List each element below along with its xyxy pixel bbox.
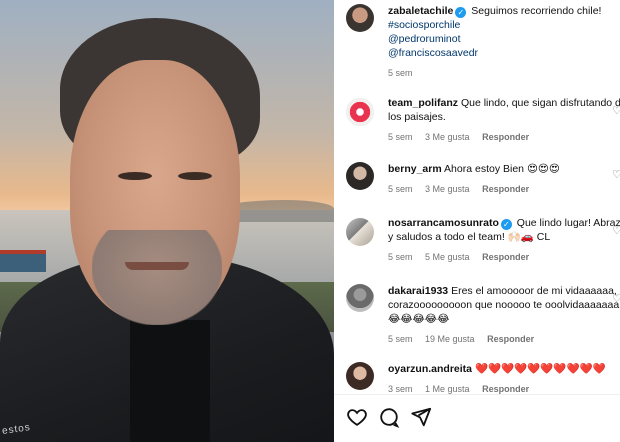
share-icon[interactable] [410,406,434,430]
comment-body: oyarzun.andreita ❤️❤️❤️❤️❤️❤️❤️❤️❤️❤️ 3 … [388,362,620,396]
comment-time: 5 sem [388,252,413,262]
comment-item: oyarzun.andreita ❤️❤️❤️❤️❤️❤️❤️❤️❤️❤️ 3 … [346,362,620,396]
caption-hashtag[interactable]: #sociosporchile [388,18,620,32]
caption-mention[interactable]: @pedroruminot [388,32,620,46]
heart-icon[interactable] [346,406,370,430]
comment-item: team_polifanz Que lindo, que sigan disfr… [346,96,620,148]
heart-icon[interactable]: ♡ [612,292,620,305]
caption-mention[interactable]: @franciscosaavedr [388,46,620,60]
action-bar [346,406,620,430]
comment-body: team_polifanz Que lindo, que sigan disfr… [388,96,620,144]
comment-likes[interactable]: 5 Me gusta [425,252,470,262]
caption: zabaletachile ✓ Seguimos recorriendo chil… [346,4,620,84]
comment-item: dakarai1933 Eres el amooooor de mi vidaa… [346,284,620,348]
comment-username[interactable]: team_polifanz [388,97,458,109]
comment-meta: 5 sem 3 Me gusta Responder [388,182,620,196]
comment-time: 5 sem [388,334,413,344]
post-media[interactable]: estos [0,0,334,442]
comment-text: Ahora estoy Bien [444,163,525,175]
comment-likes[interactable]: 3 Me gusta [425,132,470,142]
reply-button[interactable]: Responder [482,384,529,394]
comment-emoji: 🙌🏻🚗 CL [507,231,551,243]
comment-meta: 5 sem 3 Me gusta Responder [388,130,620,144]
caption-text: Seguimos recorriendo chile! [471,5,602,17]
person-beard [92,230,222,325]
reply-button[interactable]: Responder [482,184,529,194]
comment-emoji: ❤️❤️❤️❤️❤️❤️❤️❤️❤️❤️ [474,363,606,375]
avatar[interactable] [346,218,374,246]
comment-username[interactable]: nosarrancamosunrato [388,217,499,229]
comment-time: 5 sem [388,184,413,194]
verified-icon: ✓ [500,219,512,230]
person-eye-right [178,172,212,180]
heart-icon[interactable]: ♡ [612,224,620,237]
avatar[interactable] [346,162,374,190]
comment-item: nosarrancamosunrato ✓ Que lindo lugar! Ab… [346,216,620,268]
avatar[interactable] [346,362,374,390]
comment-username[interactable]: dakarai1933 [388,285,448,297]
comment-meta: 5 sem 5 Me gusta Responder [388,250,620,264]
caption-time: 5 sem [388,68,413,78]
caption-username[interactable]: zabaletachile [388,5,453,17]
comment-likes[interactable]: 3 Me gusta [425,184,470,194]
comment-likes[interactable]: 19 Me gusta [425,334,475,344]
comment-meta: 5 sem 19 Me gusta Responder [388,332,620,346]
comment-icon[interactable] [378,406,402,430]
comment-emoji: 😍😍😍 [526,163,560,175]
avatar[interactable] [346,98,374,126]
comment-item: berny_arm Ahora estoy Bien 😍😍😍 5 sem 3 M… [346,162,620,200]
person-eye-left [118,172,152,180]
comment-body: dakarai1933 Eres el amooooor de mi vidaa… [388,284,620,346]
comment-emoji: 😂😂😂😂😂 [388,313,450,325]
background-boat [0,250,46,272]
comments-panel: zabaletachile ✓ Seguimos recorriendo chil… [334,0,620,442]
comment-body: nosarrancamosunrato ✓ Que lindo lugar! Ab… [388,216,620,264]
comment-username[interactable]: oyarzun.andreita [388,363,472,375]
comment-time: 3 sem [388,384,413,394]
comment-time: 5 sem [388,132,413,142]
comment-username[interactable]: berny_arm [388,163,442,175]
divider [334,394,620,395]
heart-icon[interactable]: ♡ [612,168,620,181]
avatar[interactable] [346,284,374,312]
person-collar [130,320,210,442]
reply-button[interactable]: Responder [482,252,529,262]
comment-body: berny_arm Ahora estoy Bien 😍😍😍 5 sem 3 M… [388,162,620,196]
comment-likes[interactable]: 1 Me gusta [425,384,470,394]
reply-button[interactable]: Responder [487,334,534,344]
avatar[interactable] [346,4,374,32]
verified-icon: ✓ [455,7,467,18]
caption-body: zabaletachile ✓ Seguimos recorriendo chil… [388,4,620,80]
heart-icon[interactable]: ♡ [612,104,620,117]
person-mouth [125,262,189,270]
reply-button[interactable]: Responder [482,132,529,142]
